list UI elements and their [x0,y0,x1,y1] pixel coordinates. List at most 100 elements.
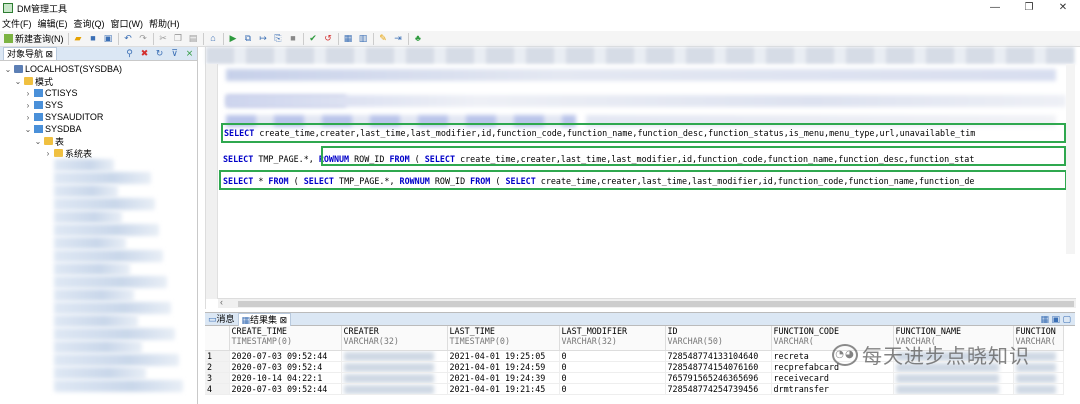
redacted-tree-item[interactable] [54,315,138,327]
stop-icon[interactable]: ■ [288,33,299,44]
redacted-tree-item[interactable] [54,185,118,197]
redacted-tree-item[interactable] [54,341,142,353]
debug-icon[interactable]: ⎘ [273,33,284,44]
sql-editor[interactable]: SELECT create_time,creater,last_time,las… [205,47,1076,309]
table-cell[interactable]: 0 [559,350,666,362]
menu-file[interactable]: 文件(F) [0,17,36,30]
minimize-button[interactable]: — [978,0,1012,16]
row-number[interactable]: 2 [205,361,230,373]
redacted-tree-item[interactable] [54,276,167,288]
column-header[interactable]: CREATER VARCHAR(32) [341,326,448,351]
tree-item[interactable]: › 系统表 [0,147,197,159]
table-cell[interactable] [341,372,448,384]
table-cell[interactable]: 728548774133104640 [665,350,772,362]
table-cell[interactable] [1013,383,1064,395]
execute-script-icon[interactable]: ⧉ [243,33,254,44]
tool-icon[interactable]: ♣ [413,33,424,44]
tree-item[interactable]: › SYSAUDITOR [0,111,197,123]
tree-item[interactable]: › SYS [0,99,197,111]
row-number[interactable]: 1 [205,350,230,362]
table-cell[interactable]: 728548774254739456 [665,383,772,395]
scroll-left-icon[interactable]: ‹ [220,297,223,307]
redacted-tree-item[interactable] [54,380,183,392]
plan-icon[interactable]: ▥ [358,33,369,44]
column-header[interactable]: ID VARCHAR(50) [665,326,772,351]
close-button[interactable]: ✕ [1046,0,1080,16]
tree-item[interactable]: ⌄ LOCALHOST(SYSDBA) [0,63,197,75]
table-cell[interactable]: 2020-07-03 09:52:44 [229,350,342,362]
home-icon[interactable]: ⌂ [208,33,219,44]
redacted-tree-item[interactable] [54,328,175,340]
tree-item[interactable]: ⌄ 模式 [0,75,197,87]
explain-icon[interactable]: ▦ [343,33,354,44]
connect-icon[interactable]: ⚲ [124,48,135,59]
expand-down-icon[interactable]: ⌄ [14,77,22,86]
redacted-tree-item[interactable] [54,289,134,301]
filter-icon[interactable]: ⊽ [169,48,180,59]
redacted-tree-item[interactable] [54,198,155,210]
column-header[interactable]: LAST_TIME TIMESTAMP(0) [447,326,560,351]
redacted-tree-item[interactable] [54,211,122,223]
tree-item[interactable]: ⌄ SYSDBA [0,123,197,135]
redo-icon[interactable]: ↷ [138,33,149,44]
table-cell[interactable]: drmtransfer [771,383,894,395]
row-number[interactable]: 4 [205,383,230,395]
disconnect-icon[interactable]: ✖ [139,48,150,59]
table-row[interactable]: 4 2020-07-03 09:52:44 2021-04-01 19:21:45 0… [205,383,1064,395]
table-cell[interactable]: 2020-07-03 09:52:44 [229,383,342,395]
tab-messages[interactable]: ▭消息 [205,313,238,326]
table-cell[interactable]: 2021-04-01 19:24:59 [447,361,560,373]
editor-horizontal-scrollbar[interactable]: ‹ [218,297,1076,308]
table-cell[interactable]: 765791565246365696 [665,372,772,384]
menu-window[interactable]: 窗口(W) [109,17,148,30]
copy-icon[interactable]: ❐ [173,33,184,44]
table-cell[interactable]: 0 [559,372,666,384]
redacted-tree-item[interactable] [54,172,151,184]
table-cell[interactable] [341,361,448,373]
menu-help[interactable]: 帮助(H) [147,17,184,30]
table-cell[interactable] [341,383,448,395]
tree-item[interactable]: ⌄ 表 [0,135,197,147]
redacted-tree-item[interactable] [54,224,159,236]
open-icon[interactable]: ▰ [73,33,84,44]
menu-query[interactable]: 查询(Q) [72,17,109,30]
expand-down-icon[interactable]: ⌄ [34,137,42,146]
expand-right-icon[interactable]: › [24,113,32,122]
expand-right-icon[interactable]: › [44,149,52,158]
expand-right-icon[interactable]: › [24,101,32,110]
table-cell[interactable]: 2021-04-01 19:25:05 [447,350,560,362]
new-query-button[interactable]: 新建查询(N) [0,32,66,45]
commit-icon[interactable]: ✔ [308,33,319,44]
tree-item[interactable]: › CTISYS [0,87,197,99]
table-cell[interactable]: 728548774154076160 [665,361,772,373]
table-cell[interactable]: 2021-04-01 19:21:45 [447,383,560,395]
format-icon[interactable]: ✎ [378,33,389,44]
step-icon[interactable]: ↦ [258,33,269,44]
collapse-icon[interactable]: ⨯ [184,48,195,59]
comment-icon[interactable]: ⇥ [393,33,404,44]
editor-vertical-scrollbar[interactable] [1066,64,1075,254]
redacted-tree-item[interactable] [54,159,114,171]
results-tools[interactable]: ▦ ▣ ▢ [1040,314,1075,325]
table-cell[interactable] [893,372,1014,384]
scroll-thumb[interactable] [238,301,1074,307]
save-icon[interactable]: ■ [88,33,99,44]
redacted-tree-item[interactable] [54,237,126,249]
redacted-tree-item[interactable] [54,302,171,314]
table-cell[interactable]: 2020-10-14 04:22:1 [229,372,342,384]
table-cell[interactable]: 2020-07-03 09:52:4 [229,361,342,373]
menu-edit[interactable]: 编辑(E) [36,17,72,30]
refresh-icon[interactable]: ↻ [154,48,165,59]
table-cell[interactable]: 2021-04-01 19:24:39 [447,372,560,384]
expand-down-icon[interactable]: ⌄ [4,65,12,74]
maximize-button[interactable]: ❐ [1012,0,1046,16]
table-cell[interactable] [1013,372,1064,384]
tab-resultset[interactable]: ▦结果集 ⊠ [237,312,292,326]
redacted-tree-item[interactable] [54,354,179,366]
paste-icon[interactable]: ▤ [188,33,199,44]
cut-icon[interactable]: ✂ [158,33,169,44]
table-cell[interactable]: 0 [559,361,666,373]
expand-down-icon[interactable]: ⌄ [24,125,32,134]
table-row[interactable]: 3 2020-10-14 04:22:1 2021-04-01 19:24:39 0 7… [205,372,1064,384]
redacted-tree-item[interactable] [54,263,130,275]
